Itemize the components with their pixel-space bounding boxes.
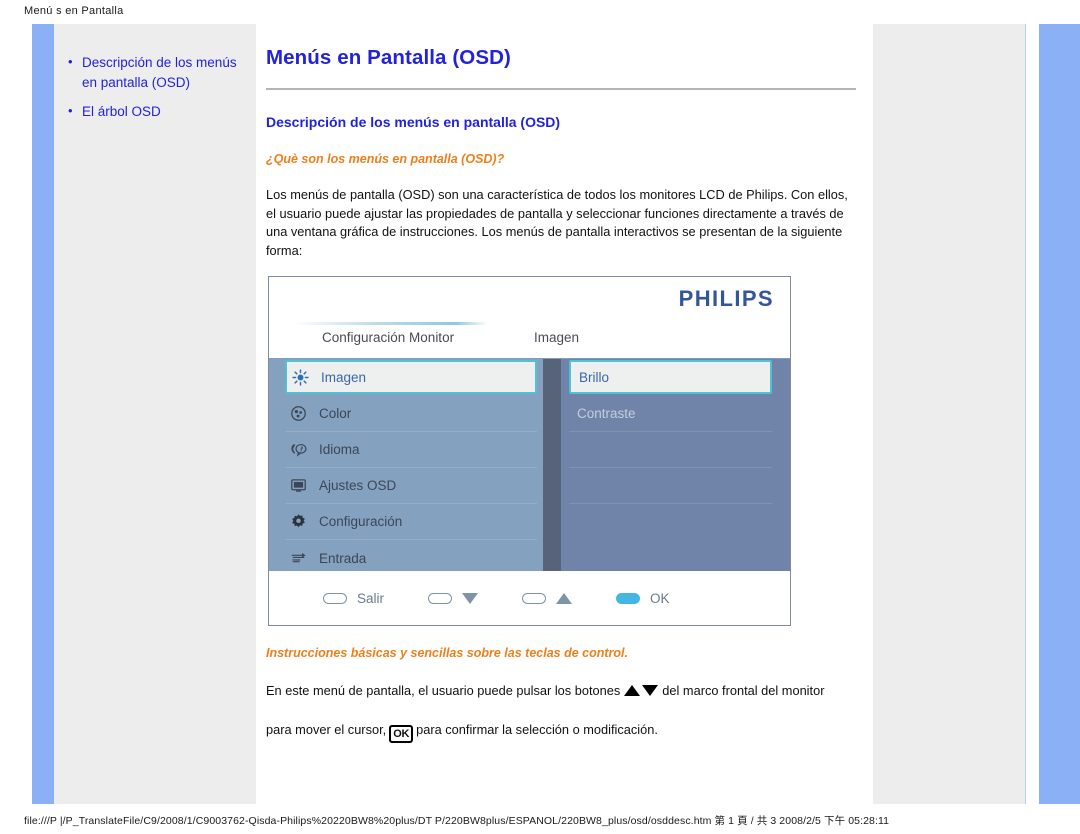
osd-menu-item-imagen[interactable]: Imagen (285, 360, 537, 394)
section-title: Descripción de los menús en pantalla (OS… (266, 114, 561, 130)
printed-page: Menú s en Pantalla Descripción de los me… (0, 0, 1080, 834)
osd-menu-item-idioma[interactable]: Idioma (285, 432, 537, 468)
instructions-text-part2: del marco frontal del monitor (662, 683, 825, 698)
right-blue-rail (1039, 24, 1080, 804)
osd-submenu-label: Contraste (577, 406, 636, 421)
osd-button-ok[interactable]: OK (616, 591, 670, 606)
osd-menu-label: Imagen (321, 369, 367, 385)
osd-body: Imagen Color Idioma Ajustes OSD Configur… (269, 359, 790, 571)
sub-section-title: ¿Què son los menús en pantalla (OSD)? (266, 152, 505, 166)
left-blue-rail (32, 24, 54, 804)
osd-header: PHILIPS (269, 277, 790, 322)
ok-key-icon: OK (389, 724, 414, 743)
osd-gradient-line (293, 322, 758, 325)
right-divider-line (1025, 24, 1026, 804)
instructions-text-part1: En este menú de pantalla, el usuario pue… (266, 683, 621, 698)
osd-menu-item-color[interactable]: Color (285, 396, 537, 432)
osd-submenu-item-empty-3[interactable] (569, 504, 772, 540)
osd-button-label: OK (650, 591, 670, 606)
instructions-text-part4: para confirmar la selección o modificaci… (416, 721, 658, 737)
arrow-up-icon (624, 685, 641, 696)
osd-right-menu: Brillo Contraste (561, 359, 790, 571)
osd-button-label: Salir (357, 591, 385, 606)
osd-submenu-label: Brillo (579, 369, 610, 385)
osd-left-menu: Imagen Color Idioma Ajustes OSD Configur… (269, 359, 543, 571)
osd-menu-label: Ajustes OSD (319, 478, 397, 493)
osd-submenu-item-brillo[interactable]: Brillo (569, 360, 772, 394)
brightness-icon (287, 368, 313, 386)
print-header-title: Menú s en Pantalla (24, 5, 124, 17)
button-pill-icon-active (616, 593, 641, 604)
osd-button-salir[interactable]: Salir (323, 591, 384, 606)
osd-screenshot-figure: PHILIPS Configuración Monitor Imagen Ima… (268, 276, 791, 626)
sidebar-nav-list: Descripción de los menús en pantalla (OS… (54, 52, 255, 122)
instructions-line-1: En este menú de pantalla, el usuario pue… (266, 682, 856, 701)
osd-submenu-item-empty-1[interactable] (569, 432, 772, 468)
sidebar-item-osd-description[interactable]: Descripción de los menús en pantalla (OS… (54, 52, 255, 93)
osd-submenu-item-contraste[interactable]: Contraste (569, 396, 772, 432)
osd-tab-row: Configuración Monitor Imagen (269, 322, 790, 359)
button-pill-icon (323, 593, 347, 604)
button-pill-icon (522, 593, 547, 604)
osd-menu-item-entrada[interactable]: Entrada (285, 540, 537, 576)
button-pill-icon (428, 593, 453, 604)
osd-menu-label: Configuración (319, 514, 403, 529)
osd-panel-divider (543, 359, 561, 571)
osd-submenu-item-empty-2[interactable] (569, 468, 772, 504)
osd-menu-item-configuracion[interactable]: Configuración (285, 504, 537, 540)
chevron-up-icon (556, 593, 573, 604)
right-gray-rail (872, 24, 1025, 804)
page-title: Menús en Pantalla (OSD) (266, 46, 511, 69)
osd-menu-label: Entrada (319, 550, 367, 566)
arrow-down-icon (642, 685, 659, 696)
gear-icon (285, 513, 311, 530)
osd-menu-label: Color (319, 406, 352, 421)
philips-logo: PHILIPS (678, 286, 774, 311)
intro-paragraph: Los menús de pantalla (OSD) son una cara… (266, 187, 848, 258)
chevron-down-icon (462, 593, 479, 604)
osd-tab-monitor-setup[interactable]: Configuración Monitor (322, 330, 454, 345)
osd-button-up[interactable] (522, 593, 573, 604)
color-palette-icon (285, 405, 311, 422)
osd-button-down[interactable] (428, 593, 479, 604)
osd-tab-picture[interactable]: Imagen (534, 330, 579, 345)
osd-footer-bar: Salir OK (269, 571, 790, 625)
title-divider (266, 88, 856, 90)
instructions-title: Instrucciones básicas y sencillas sobre … (266, 646, 628, 660)
input-arrows-icon (285, 550, 311, 567)
instructions-line-2: para mover el cursor, OK para confirmar la… (266, 721, 856, 743)
instructions-text-part3: para mover el cursor, (266, 721, 387, 737)
osd-menu-label: Idioma (319, 442, 360, 457)
sidebar-item-osd-tree[interactable]: El árbol OSD (54, 101, 255, 122)
print-footer-url: file:///P |/P_TranslateFile/C9/2008/1/C9… (24, 815, 890, 827)
osd-menu-item-ajustes-osd[interactable]: Ajustes OSD (285, 468, 537, 504)
osd-monitor-icon (285, 477, 311, 494)
language-icon (285, 441, 311, 458)
sidebar: Descripción de los menús en pantalla (OS… (54, 24, 255, 804)
